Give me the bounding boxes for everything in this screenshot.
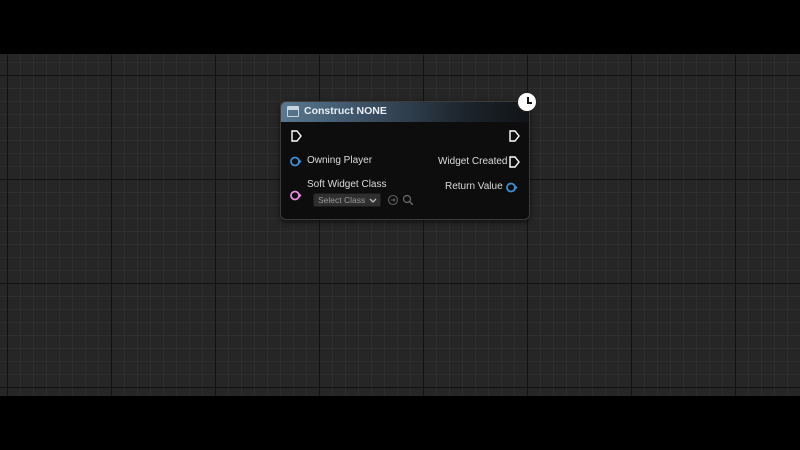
use-selected-asset-icon[interactable] bbox=[387, 194, 399, 206]
select-class-dropdown[interactable]: Select Class bbox=[313, 193, 381, 207]
widget-blueprint-icon bbox=[287, 106, 299, 117]
soft-widget-class-pin[interactable] bbox=[290, 190, 302, 201]
node-header[interactable]: Construct NONE bbox=[281, 102, 529, 122]
search-icon[interactable] bbox=[402, 194, 414, 206]
return-value-pin[interactable] bbox=[506, 182, 518, 193]
chevron-down-icon bbox=[369, 198, 377, 203]
letterbox-bottom bbox=[0, 396, 800, 450]
return-value-label: Return Value bbox=[445, 181, 503, 192]
owning-player-label: Owning Player bbox=[307, 155, 373, 166]
construct-widget-node[interactable]: Construct NONE Owning Player Widget Crea… bbox=[280, 92, 537, 220]
node-title: Construct NONE bbox=[304, 105, 387, 117]
exec-out-pin[interactable] bbox=[508, 130, 520, 142]
exec-in-pin[interactable] bbox=[290, 130, 302, 142]
clock-icon bbox=[517, 92, 537, 112]
owning-player-pin[interactable] bbox=[290, 156, 302, 167]
soft-widget-class-label: Soft Widget Class bbox=[307, 179, 387, 190]
widget-created-exec-pin[interactable] bbox=[508, 156, 520, 168]
select-class-value: Select Class bbox=[318, 195, 366, 205]
letterbox-top bbox=[0, 0, 800, 54]
widget-created-label: Widget Created bbox=[438, 156, 508, 167]
